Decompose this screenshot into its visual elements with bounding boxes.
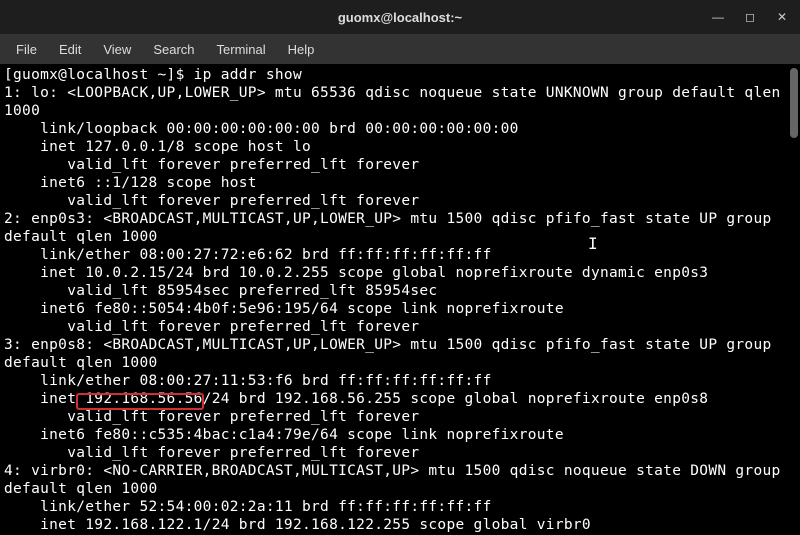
scrollbar-thumb[interactable] xyxy=(790,68,798,138)
menu-help[interactable]: Help xyxy=(278,38,325,61)
menu-view[interactable]: View xyxy=(93,38,141,61)
window-title: guomx@localhost:~ xyxy=(338,10,462,25)
titlebar: guomx@localhost:~ — ◻ ✕ xyxy=(0,0,800,34)
menu-file[interactable]: File xyxy=(6,38,47,61)
terminal-output: 1: lo: <LOOPBACK,UP,LOWER_UP> mtu 65536 … xyxy=(4,85,790,533)
window-controls: — ◻ ✕ xyxy=(708,7,792,27)
terminal-content: [guomx@localhost ~]$ ip addr show 1: lo:… xyxy=(4,66,796,534)
prompt: [guomx@localhost ~]$ xyxy=(4,67,194,83)
menubar: File Edit View Search Terminal Help xyxy=(0,34,800,64)
menu-terminal[interactable]: Terminal xyxy=(207,38,276,61)
menu-edit[interactable]: Edit xyxy=(49,38,91,61)
terminal-body[interactable]: [guomx@localhost ~]$ ip addr show 1: lo:… xyxy=(0,64,800,535)
command: ip addr show xyxy=(194,67,302,83)
maximize-button[interactable]: ◻ xyxy=(740,7,760,27)
minimize-button[interactable]: — xyxy=(708,7,728,27)
menu-search[interactable]: Search xyxy=(143,38,204,61)
close-button[interactable]: ✕ xyxy=(772,7,792,27)
